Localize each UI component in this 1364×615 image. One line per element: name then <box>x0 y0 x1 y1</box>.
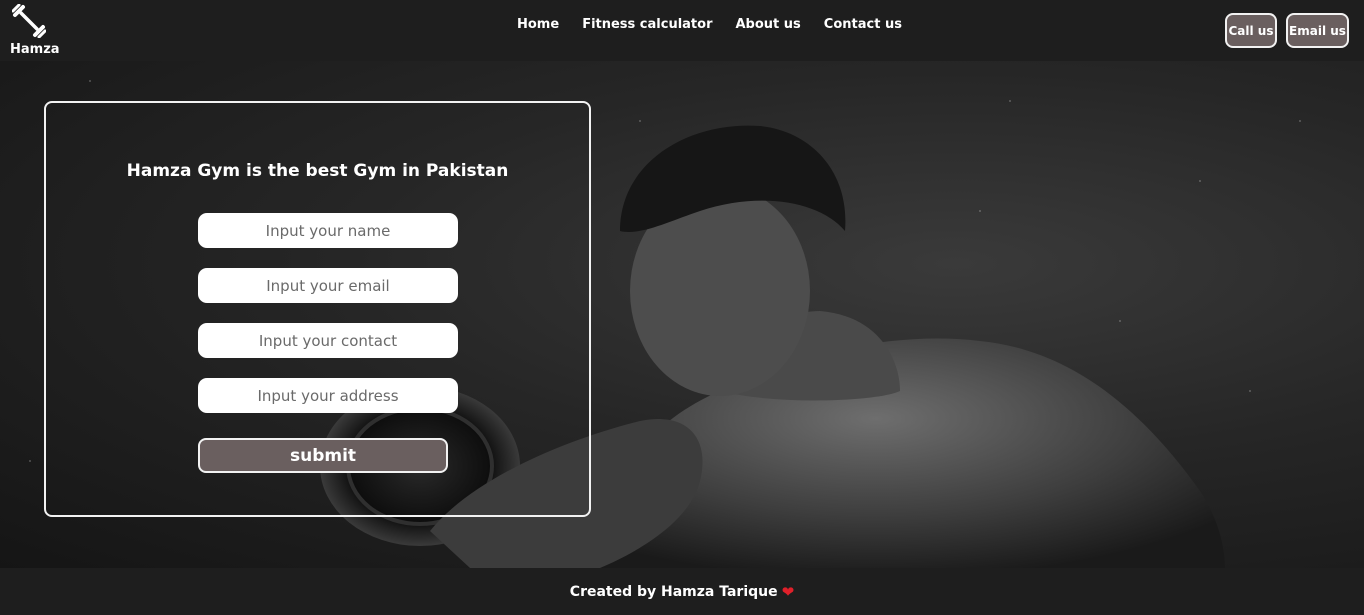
heart-icon: ❤ <box>781 582 795 601</box>
name-input[interactable] <box>198 213 458 248</box>
brand-logo[interactable]: Hamza <box>8 4 62 60</box>
contact-input[interactable] <box>198 323 458 358</box>
brand-label: Hamza <box>10 42 60 57</box>
nav-contact-link[interactable]: Contact us <box>824 17 902 32</box>
address-input[interactable] <box>198 378 458 413</box>
nav-fitness-calculator-link[interactable]: Fitness calculator <box>582 17 712 32</box>
call-us-button[interactable]: Call us <box>1225 13 1277 48</box>
nav-links: Home Fitness calculator About us Contact… <box>517 17 902 32</box>
hero-section: Hamza Gym is the best Gym in Pakistan su… <box>0 61 1364 568</box>
form-title: Hamza Gym is the best Gym in Pakistan <box>126 161 509 181</box>
nav-about-link[interactable]: About us <box>736 17 801 32</box>
footer: Created by Hamza Tarique ❤ <box>0 568 1364 615</box>
footer-credit: Created by Hamza Tarique <box>569 583 778 600</box>
nav-home-link[interactable]: Home <box>517 17 559 32</box>
dumbbell-icon <box>12 4 46 38</box>
email-us-button[interactable]: Email us <box>1286 13 1349 48</box>
submit-button[interactable]: submit <box>198 438 448 473</box>
email-input[interactable] <box>198 268 458 303</box>
navbar: Hamza Home Fitness calculator About us C… <box>0 0 1364 61</box>
signup-form: Hamza Gym is the best Gym in Pakistan su… <box>44 101 591 517</box>
